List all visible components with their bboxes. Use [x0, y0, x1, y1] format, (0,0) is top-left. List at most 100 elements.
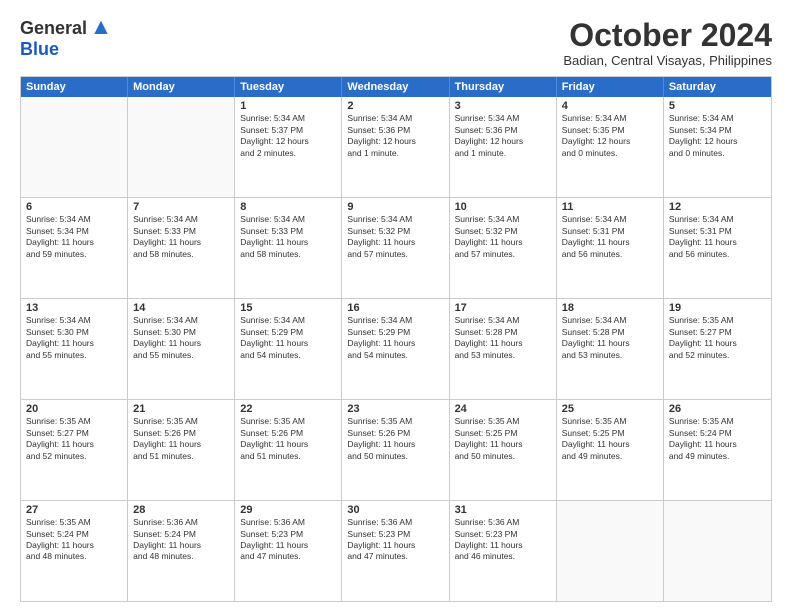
day-number: 4 [562, 100, 658, 112]
day-number: 7 [133, 201, 229, 213]
day-info: Sunrise: 5:35 AM Sunset: 5:27 PM Dayligh… [26, 416, 122, 462]
cal-header-day-thursday: Thursday [450, 77, 557, 97]
cal-row-1: 1Sunrise: 5:34 AM Sunset: 5:37 PM Daylig… [21, 97, 771, 198]
day-number: 11 [562, 201, 658, 213]
cal-cell: 28Sunrise: 5:36 AM Sunset: 5:24 PM Dayli… [128, 501, 235, 601]
day-number: 22 [240, 403, 336, 415]
day-info: Sunrise: 5:35 AM Sunset: 5:26 PM Dayligh… [347, 416, 443, 462]
cal-header-day-friday: Friday [557, 77, 664, 97]
location: Badian, Central Visayas, Philippines [563, 53, 772, 68]
calendar: SundayMondayTuesdayWednesdayThursdayFrid… [20, 76, 772, 602]
calendar-body: 1Sunrise: 5:34 AM Sunset: 5:37 PM Daylig… [21, 97, 771, 601]
logo-general-text: General [20, 18, 87, 39]
cal-row-5: 27Sunrise: 5:35 AM Sunset: 5:24 PM Dayli… [21, 501, 771, 601]
day-info: Sunrise: 5:34 AM Sunset: 5:33 PM Dayligh… [240, 214, 336, 260]
cal-cell: 9Sunrise: 5:34 AM Sunset: 5:32 PM Daylig… [342, 198, 449, 298]
cal-header-day-monday: Monday [128, 77, 235, 97]
day-number: 20 [26, 403, 122, 415]
cal-cell: 8Sunrise: 5:34 AM Sunset: 5:33 PM Daylig… [235, 198, 342, 298]
cal-cell: 24Sunrise: 5:35 AM Sunset: 5:25 PM Dayli… [450, 400, 557, 500]
day-info: Sunrise: 5:34 AM Sunset: 5:31 PM Dayligh… [669, 214, 766, 260]
cal-header-day-wednesday: Wednesday [342, 77, 449, 97]
cal-cell [557, 501, 664, 601]
cal-cell: 14Sunrise: 5:34 AM Sunset: 5:30 PM Dayli… [128, 299, 235, 399]
cal-cell: 10Sunrise: 5:34 AM Sunset: 5:32 PM Dayli… [450, 198, 557, 298]
day-number: 2 [347, 100, 443, 112]
day-number: 10 [455, 201, 551, 213]
day-info: Sunrise: 5:34 AM Sunset: 5:34 PM Dayligh… [669, 113, 766, 159]
cal-cell: 13Sunrise: 5:34 AM Sunset: 5:30 PM Dayli… [21, 299, 128, 399]
cal-header-day-tuesday: Tuesday [235, 77, 342, 97]
day-number: 1 [240, 100, 336, 112]
day-number: 18 [562, 302, 658, 314]
day-number: 31 [455, 504, 551, 516]
day-number: 23 [347, 403, 443, 415]
day-number: 24 [455, 403, 551, 415]
day-number: 25 [562, 403, 658, 415]
day-info: Sunrise: 5:34 AM Sunset: 5:37 PM Dayligh… [240, 113, 336, 159]
header-right: October 2024 Badian, Central Visayas, Ph… [563, 18, 772, 68]
day-info: Sunrise: 5:35 AM Sunset: 5:25 PM Dayligh… [455, 416, 551, 462]
day-number: 14 [133, 302, 229, 314]
day-info: Sunrise: 5:34 AM Sunset: 5:30 PM Dayligh… [133, 315, 229, 361]
cal-header-day-sunday: Sunday [21, 77, 128, 97]
day-info: Sunrise: 5:34 AM Sunset: 5:29 PM Dayligh… [240, 315, 336, 361]
day-number: 9 [347, 201, 443, 213]
cal-cell: 18Sunrise: 5:34 AM Sunset: 5:28 PM Dayli… [557, 299, 664, 399]
cal-cell: 26Sunrise: 5:35 AM Sunset: 5:24 PM Dayli… [664, 400, 771, 500]
cal-cell: 20Sunrise: 5:35 AM Sunset: 5:27 PM Dayli… [21, 400, 128, 500]
day-info: Sunrise: 5:34 AM Sunset: 5:33 PM Dayligh… [133, 214, 229, 260]
day-number: 13 [26, 302, 122, 314]
calendar-header: SundayMondayTuesdayWednesdayThursdayFrid… [21, 77, 771, 97]
day-info: Sunrise: 5:36 AM Sunset: 5:23 PM Dayligh… [455, 517, 551, 563]
day-info: Sunrise: 5:36 AM Sunset: 5:23 PM Dayligh… [240, 517, 336, 563]
cal-cell [21, 97, 128, 197]
cal-cell: 1Sunrise: 5:34 AM Sunset: 5:37 PM Daylig… [235, 97, 342, 197]
cal-cell: 30Sunrise: 5:36 AM Sunset: 5:23 PM Dayli… [342, 501, 449, 601]
day-number: 5 [669, 100, 766, 112]
cal-cell: 11Sunrise: 5:34 AM Sunset: 5:31 PM Dayli… [557, 198, 664, 298]
day-info: Sunrise: 5:35 AM Sunset: 5:27 PM Dayligh… [669, 315, 766, 361]
cal-header-day-saturday: Saturday [664, 77, 771, 97]
header: General Blue October 2024 Badian, Centra… [20, 18, 772, 68]
cal-row-4: 20Sunrise: 5:35 AM Sunset: 5:27 PM Dayli… [21, 400, 771, 501]
month-title: October 2024 [563, 18, 772, 53]
logo-blue-text: Blue [20, 39, 59, 60]
day-number: 17 [455, 302, 551, 314]
day-info: Sunrise: 5:36 AM Sunset: 5:24 PM Dayligh… [133, 517, 229, 563]
day-number: 16 [347, 302, 443, 314]
cal-cell: 17Sunrise: 5:34 AM Sunset: 5:28 PM Dayli… [450, 299, 557, 399]
day-number: 8 [240, 201, 336, 213]
day-info: Sunrise: 5:35 AM Sunset: 5:25 PM Dayligh… [562, 416, 658, 462]
cal-cell: 6Sunrise: 5:34 AM Sunset: 5:34 PM Daylig… [21, 198, 128, 298]
logo: General Blue [20, 18, 111, 60]
day-info: Sunrise: 5:35 AM Sunset: 5:26 PM Dayligh… [240, 416, 336, 462]
day-info: Sunrise: 5:35 AM Sunset: 5:26 PM Dayligh… [133, 416, 229, 462]
day-info: Sunrise: 5:34 AM Sunset: 5:30 PM Dayligh… [26, 315, 122, 361]
cal-cell: 22Sunrise: 5:35 AM Sunset: 5:26 PM Dayli… [235, 400, 342, 500]
day-info: Sunrise: 5:34 AM Sunset: 5:32 PM Dayligh… [455, 214, 551, 260]
day-info: Sunrise: 5:34 AM Sunset: 5:34 PM Dayligh… [26, 214, 122, 260]
day-number: 21 [133, 403, 229, 415]
day-info: Sunrise: 5:34 AM Sunset: 5:28 PM Dayligh… [562, 315, 658, 361]
cal-cell: 29Sunrise: 5:36 AM Sunset: 5:23 PM Dayli… [235, 501, 342, 601]
day-number: 19 [669, 302, 766, 314]
cal-cell: 27Sunrise: 5:35 AM Sunset: 5:24 PM Dayli… [21, 501, 128, 601]
day-info: Sunrise: 5:36 AM Sunset: 5:23 PM Dayligh… [347, 517, 443, 563]
logo-icon [91, 19, 111, 39]
day-info: Sunrise: 5:34 AM Sunset: 5:28 PM Dayligh… [455, 315, 551, 361]
day-number: 29 [240, 504, 336, 516]
day-info: Sunrise: 5:34 AM Sunset: 5:36 PM Dayligh… [347, 113, 443, 159]
day-info: Sunrise: 5:35 AM Sunset: 5:24 PM Dayligh… [669, 416, 766, 462]
day-number: 3 [455, 100, 551, 112]
cal-row-2: 6Sunrise: 5:34 AM Sunset: 5:34 PM Daylig… [21, 198, 771, 299]
cal-cell: 16Sunrise: 5:34 AM Sunset: 5:29 PM Dayli… [342, 299, 449, 399]
day-info: Sunrise: 5:34 AM Sunset: 5:36 PM Dayligh… [455, 113, 551, 159]
day-info: Sunrise: 5:35 AM Sunset: 5:24 PM Dayligh… [26, 517, 122, 563]
cal-cell: 21Sunrise: 5:35 AM Sunset: 5:26 PM Dayli… [128, 400, 235, 500]
day-number: 6 [26, 201, 122, 213]
cal-cell: 31Sunrise: 5:36 AM Sunset: 5:23 PM Dayli… [450, 501, 557, 601]
cal-cell: 19Sunrise: 5:35 AM Sunset: 5:27 PM Dayli… [664, 299, 771, 399]
cal-cell: 23Sunrise: 5:35 AM Sunset: 5:26 PM Dayli… [342, 400, 449, 500]
cal-cell: 12Sunrise: 5:34 AM Sunset: 5:31 PM Dayli… [664, 198, 771, 298]
